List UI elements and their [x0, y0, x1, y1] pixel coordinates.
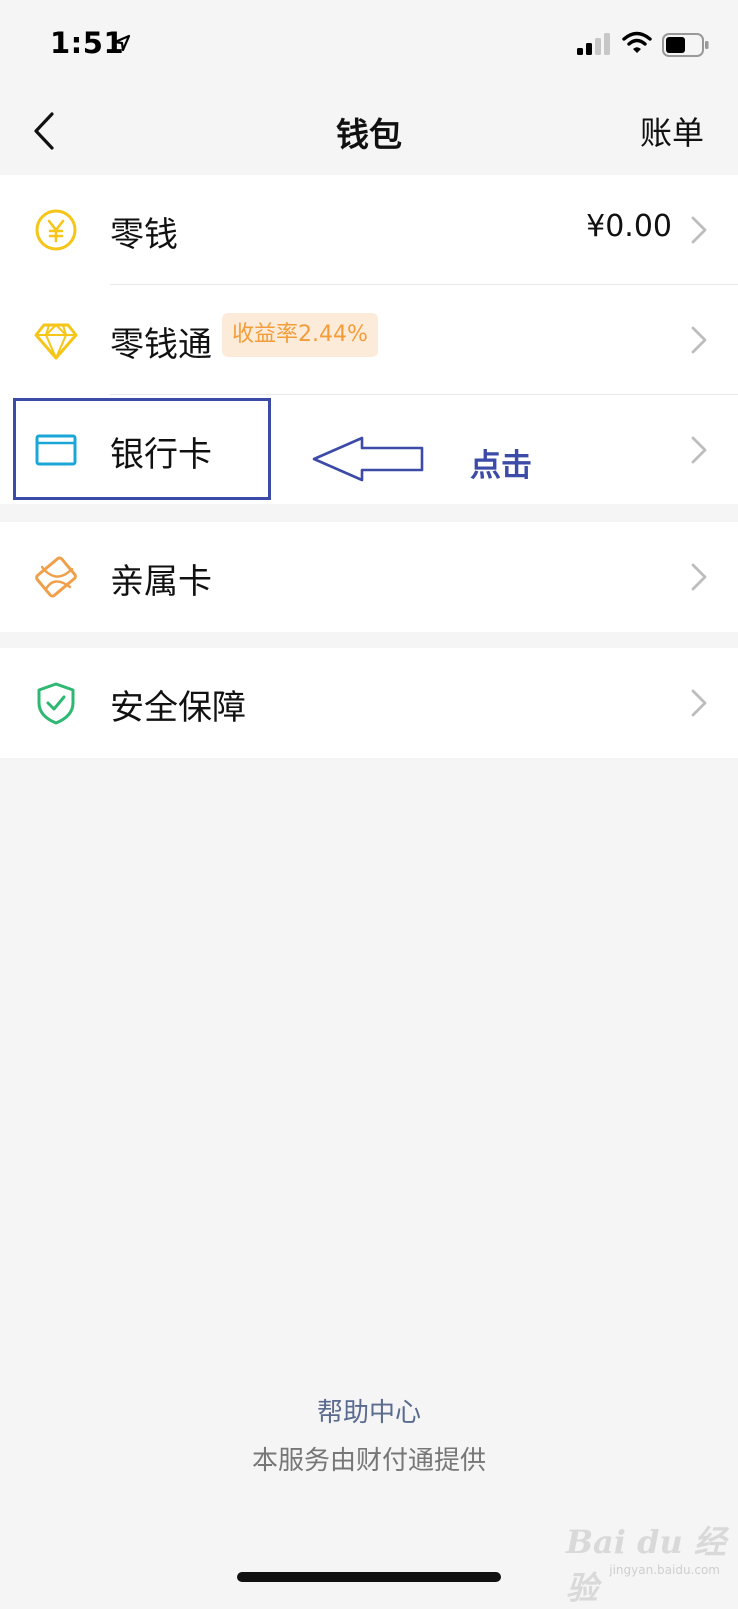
- wallet-item-label: 亲属卡: [110, 562, 212, 602]
- wallet-item-label: 零钱: [110, 215, 178, 255]
- wallet-item-security[interactable]: 安全保障: [0, 648, 738, 758]
- location-arrow-icon: [113, 34, 131, 52]
- chevron-right-icon: [691, 436, 707, 464]
- wifi-icon: [622, 31, 652, 53]
- baidu-watermark: Bai du 经验 jingyan.baidu.com: [566, 1517, 726, 1607]
- page-title: 钱包: [336, 115, 402, 154]
- yield-rate-badge: 收益率2.44%: [222, 313, 378, 357]
- shield-check-icon: [37, 682, 75, 725]
- service-provider-note: 本服务由财付通提供: [251, 1446, 486, 1476]
- annotation-text: 点击: [470, 448, 532, 484]
- bill-button[interactable]: 账单: [640, 108, 704, 154]
- chevron-right-icon: [691, 216, 707, 244]
- wallet-group-family: 亲属卡: [0, 522, 738, 632]
- nav-bar: 钱包 账单: [0, 88, 738, 174]
- family-card-icon: [35, 556, 77, 598]
- chevron-right-icon: [691, 689, 707, 717]
- yuan-coin-icon: [35, 209, 77, 251]
- chevron-right-icon: [691, 326, 707, 354]
- diamond-icon: [34, 323, 78, 360]
- wallet-item-label: 安全保障: [110, 688, 246, 728]
- help-center-link[interactable]: 帮助中心: [0, 1392, 738, 1429]
- battery-icon: [662, 33, 709, 57]
- status-bar: 1:51: [0, 0, 738, 88]
- wallet-group-security: 安全保障: [0, 648, 738, 758]
- watermark-url: jingyan.baidu.com: [609, 1563, 720, 1577]
- signal-icon: [577, 33, 610, 55]
- annotation-arrow-icon: [312, 436, 424, 482]
- wallet-item-family-card[interactable]: 亲属卡: [0, 522, 738, 632]
- wallet-item-change[interactable]: 零钱 ¥0.00: [0, 175, 738, 285]
- wallet-item-label: 零钱通: [110, 325, 212, 365]
- chevron-right-icon: [691, 563, 707, 591]
- annotation-highlight-box: [13, 398, 271, 500]
- home-indicator: [237, 1572, 501, 1582]
- balance-value: ¥0.00: [586, 209, 672, 244]
